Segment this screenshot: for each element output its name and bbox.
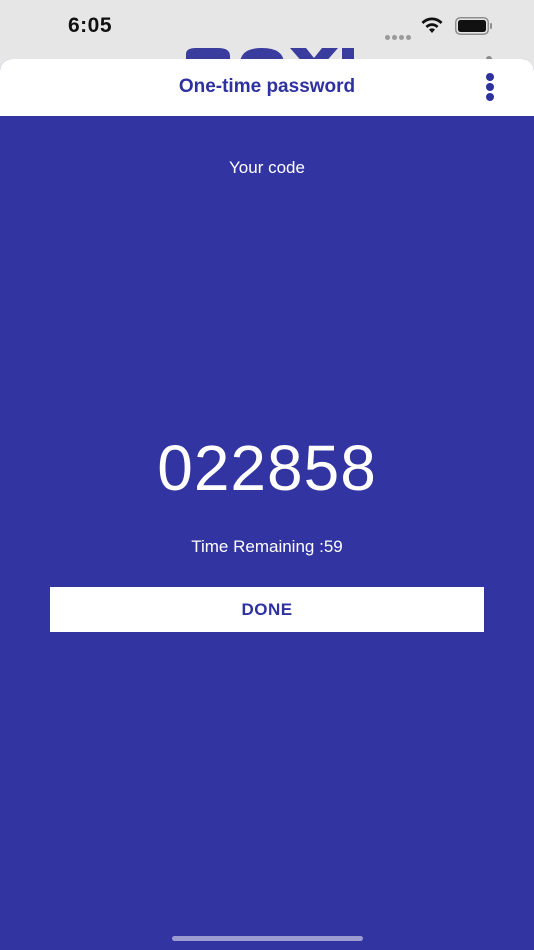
code-caption: Your code (229, 158, 305, 177)
done-button[interactable]: DONE (50, 587, 484, 632)
status-time: 6:05 (68, 14, 113, 37)
wifi-icon (421, 17, 443, 33)
signal-dots-icon (385, 27, 413, 40)
otp-sheet: One-time password Your code 022858 Time … (0, 59, 534, 950)
more-options-button[interactable] (478, 71, 502, 103)
time-remaining-value: 59 (323, 537, 343, 556)
home-indicator (172, 936, 363, 941)
otp-code: 022858 (157, 432, 377, 504)
vertical-ellipsis-icon (486, 93, 494, 101)
time-remaining-label: Time Remaining : (191, 537, 324, 556)
vertical-ellipsis-icon (486, 83, 494, 91)
time-remaining: Time Remaining :59 (0, 537, 534, 557)
sheet-header: One-time password (0, 59, 534, 116)
page-title: One-time password (178, 76, 356, 97)
battery-icon (455, 17, 492, 35)
vertical-ellipsis-icon (486, 73, 494, 81)
